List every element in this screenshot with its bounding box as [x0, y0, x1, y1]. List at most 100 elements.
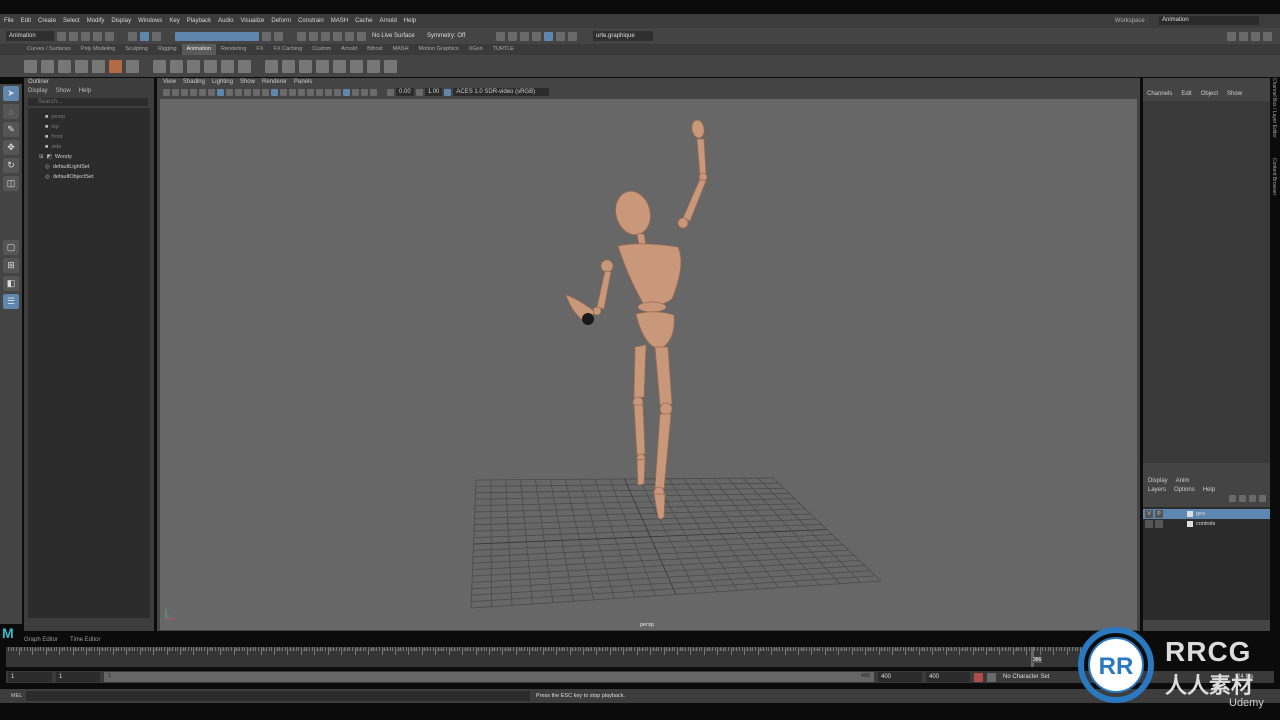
shelf-tab-animation[interactable]: Animation	[181, 44, 217, 55]
outliner-search-input[interactable]: Search...	[28, 98, 148, 106]
motion-path-icon[interactable]	[367, 59, 380, 73]
layer-menu-options[interactable]: Options	[1174, 486, 1195, 495]
grid-toggle-icon[interactable]	[199, 88, 206, 96]
playback-end-field[interactable]: 400	[878, 672, 922, 682]
move-layer-up-icon[interactable]	[1229, 495, 1236, 502]
outliner-item[interactable]: ■ persp	[28, 112, 150, 122]
lattice-icon[interactable]	[238, 59, 251, 73]
move-layer-down-icon[interactable]	[1239, 495, 1246, 502]
outliner-layout-icon[interactable]: ☰	[3, 294, 19, 309]
camera-sequencer-icon[interactable]	[92, 59, 105, 73]
menu-visualize[interactable]: Visualize	[240, 18, 264, 24]
playback-start-field[interactable]: 1	[56, 672, 100, 682]
channel-menu-edit[interactable]: Edit	[1181, 90, 1191, 98]
rotate-tool-icon[interactable]: ↻	[3, 158, 19, 173]
scene-end-field[interactable]: 400	[926, 672, 970, 682]
lights-icon[interactable]	[298, 88, 305, 96]
layer-playback-toggle[interactable]	[1155, 520, 1163, 528]
viewport-menu-show[interactable]: Show	[240, 78, 255, 87]
layer-playback-toggle[interactable]: P	[1155, 510, 1163, 518]
time-slider[interactable]: 366 5 10 15 20 25 30 35 40 45 50 55 60 65 70 75 80 85 90 9…	[6, 647, 1084, 667]
redo-icon[interactable]	[105, 31, 114, 41]
menu-modify[interactable]: Modify	[87, 18, 105, 24]
attribute-editor-icon[interactable]	[1239, 31, 1248, 41]
orient-constraint-icon[interactable]	[299, 59, 312, 73]
layer-menu-help[interactable]: Help	[1203, 486, 1215, 495]
exposure-field[interactable]: 0.00	[396, 88, 414, 96]
bind-skin-icon[interactable]	[187, 59, 200, 73]
wireframe-icon[interactable]	[262, 88, 269, 96]
snap-surface-icon[interactable]	[345, 31, 354, 41]
tool-settings-icon[interactable]	[1251, 31, 1260, 41]
four-pane-layout-icon[interactable]: ⊞	[3, 258, 19, 273]
gamma-field[interactable]: 1.00	[424, 88, 443, 96]
shelf-tab-turtle[interactable]: TURTLE	[488, 44, 519, 55]
menu-create[interactable]: Create	[38, 18, 56, 24]
menu-select[interactable]: Select	[63, 18, 80, 24]
menu-key[interactable]: Key	[169, 18, 179, 24]
shelf-tab-sculpting[interactable]: Sculpting	[120, 44, 153, 55]
layer-row[interactable]: controls	[1143, 519, 1270, 529]
shelf-tab-fx-caching[interactable]: FX Caching	[268, 44, 307, 55]
scale-tool-icon[interactable]: ◫	[3, 176, 19, 191]
menu-cache[interactable]: Cache	[355, 18, 372, 24]
bookmark-icon[interactable]	[181, 88, 188, 96]
anti-aliasing-icon[interactable]	[334, 88, 341, 96]
ghost-icon[interactable]	[384, 59, 397, 73]
layer-visibility-toggle[interactable]: V	[1145, 510, 1153, 518]
layer-row[interactable]: V Pgeo	[1143, 509, 1270, 519]
shelf-tab-motion-graphics[interactable]: Motion Graphics	[414, 44, 464, 55]
camera-attributes-icon[interactable]	[172, 88, 179, 96]
highlight-selection-icon[interactable]	[274, 31, 283, 41]
pole-vector-icon[interactable]	[350, 59, 363, 73]
gate-mask-icon[interactable]	[226, 88, 233, 96]
menu-file[interactable]: File	[4, 18, 14, 24]
snap-view-icon[interactable]	[333, 31, 342, 41]
snap-pivot-icon[interactable]	[357, 31, 366, 41]
ik-handle-icon[interactable]	[170, 59, 183, 73]
outliner-item[interactable]: ■ side	[28, 142, 150, 152]
select-hierarchy-icon[interactable]	[128, 31, 137, 41]
shelf-tab-mash[interactable]: MASH	[388, 44, 414, 55]
menu-playback[interactable]: Playback	[187, 18, 211, 24]
lock-selection-icon[interactable]	[262, 31, 271, 41]
safe-title-icon[interactable]	[253, 88, 260, 96]
side-tab-content-browser[interactable]: Content Browser	[1271, 158, 1277, 208]
viewport-menu-panels[interactable]: Panels	[294, 78, 312, 87]
render-frame-icon[interactable]	[496, 31, 505, 41]
parent-constraint-icon[interactable]	[333, 59, 346, 73]
resolution-gate-icon[interactable]	[217, 88, 224, 96]
range-slider[interactable]: 1 400	[104, 672, 874, 682]
open-scene-icon[interactable]	[69, 31, 78, 41]
character-set-dropdown[interactable]: No Character Set	[1000, 672, 1060, 682]
trax-icon[interactable]	[75, 59, 88, 73]
channel-box-icon[interactable]	[1263, 31, 1272, 41]
two-pane-layout-icon[interactable]: ◧	[3, 276, 19, 291]
snap-point-icon[interactable]	[321, 31, 330, 41]
select-object-icon[interactable]	[140, 31, 149, 41]
shelf-tab-xgen[interactable]: XGen	[464, 44, 488, 55]
3d-viewport[interactable]: persp	[160, 99, 1137, 630]
move-tool-icon[interactable]: ✥	[3, 140, 19, 155]
select-tool-icon[interactable]: ➤	[3, 86, 19, 101]
outliner-item[interactable]: ◎ defaultLightSet	[28, 162, 150, 172]
snap-grid-icon[interactable]	[297, 31, 306, 41]
select-component-icon[interactable]	[152, 31, 161, 41]
tab-time-editor[interactable]: Time Editor	[70, 636, 100, 645]
key-settings-icon[interactable]	[987, 672, 996, 682]
film-gate-icon[interactable]	[208, 88, 215, 96]
new-scene-icon[interactable]	[57, 31, 66, 41]
graph-editor-icon[interactable]	[41, 59, 54, 73]
ipr-render-icon[interactable]	[508, 31, 517, 41]
outliner-item[interactable]: ■ front	[28, 132, 150, 142]
shelf-tab-custom[interactable]: Custom	[307, 44, 336, 55]
channel-menu-channels[interactable]: Channels	[1147, 90, 1172, 98]
shelf-tab-fx[interactable]: FX	[251, 44, 268, 55]
shadows-icon[interactable]	[307, 88, 314, 96]
workspace-dropdown[interactable]: Animation	[1159, 16, 1259, 25]
arnold-ipr-icon[interactable]	[556, 31, 565, 41]
side-tab-channel-box[interactable]: Channel Box / Layer Editor	[1271, 78, 1277, 158]
channel-menu-show[interactable]: Show	[1227, 90, 1242, 98]
single-pane-layout-icon[interactable]: ▢	[3, 240, 19, 255]
new-layer-from-selection-icon[interactable]	[1259, 495, 1266, 502]
